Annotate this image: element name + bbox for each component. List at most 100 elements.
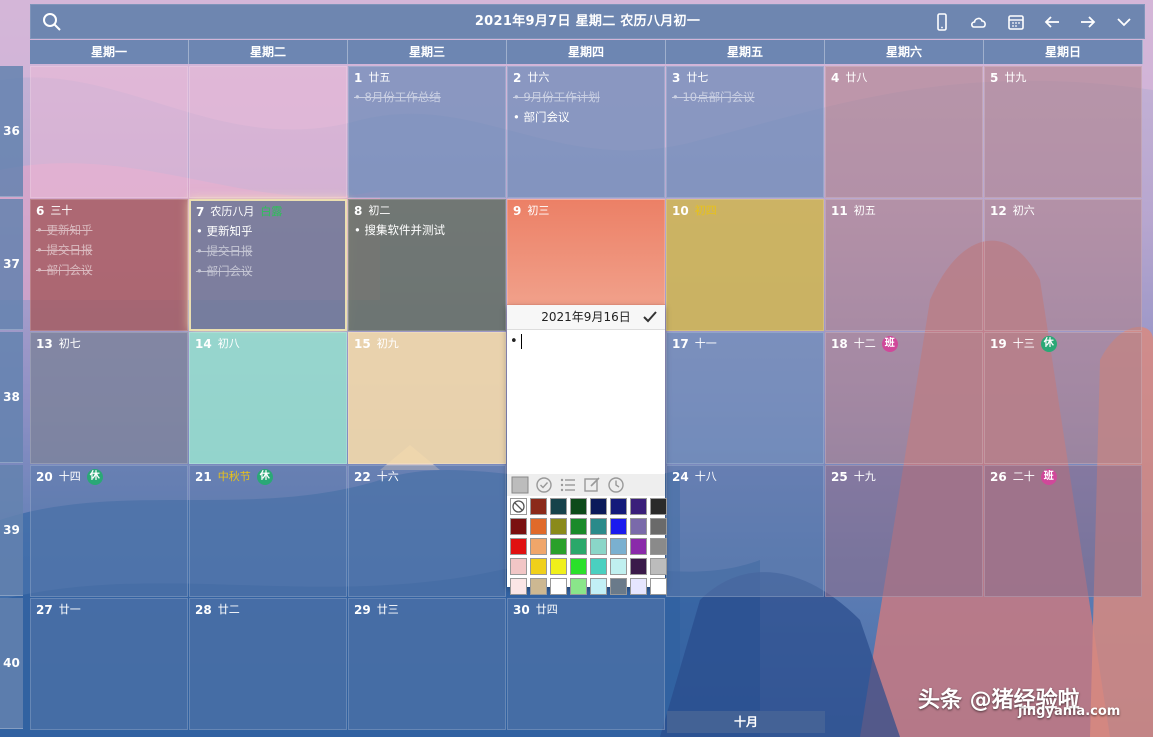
weekday-header: 星期一 星期二 星期三 星期四 星期五 星期六 星期日 [30, 40, 1145, 64]
day-cell[interactable]: 30 廿四 [507, 598, 665, 730]
chevron-down-icon[interactable] [1112, 10, 1136, 34]
color-swatch[interactable] [650, 538, 667, 555]
color-swatch[interactable] [510, 578, 527, 595]
day-number: 28 [195, 603, 212, 617]
color-swatch[interactable] [530, 498, 547, 515]
day-cell[interactable]: 5 廿九 [984, 66, 1142, 198]
task-item[interactable]: 更新知乎 [36, 220, 182, 240]
arrow-left-icon[interactable] [1040, 10, 1064, 34]
color-swatch[interactable] [590, 518, 607, 535]
day-cell[interactable]: 13 初七 [30, 332, 188, 464]
task-item[interactable]: 部门会议 [36, 260, 182, 280]
color-swatch[interactable] [570, 518, 587, 535]
color-swatch[interactable] [650, 518, 667, 535]
day-cell[interactable]: 22 十六 [348, 465, 506, 597]
check-icon[interactable] [641, 308, 659, 326]
day-cell[interactable]: 12 初六 [984, 199, 1142, 331]
day-cell[interactable]: 4 廿八 [825, 66, 983, 198]
color-swatch[interactable] [630, 538, 647, 555]
color-swatch[interactable] [630, 518, 647, 535]
color-swatch[interactable] [570, 578, 587, 595]
color-swatch[interactable] [590, 578, 607, 595]
task-editor[interactable]: • [507, 330, 665, 474]
task-item[interactable]: 9月份工作计划 [513, 87, 659, 107]
color-swatch[interactable] [530, 518, 547, 535]
day-cell-today[interactable]: 7 农历八月白露 更新知乎 提交日报 部门会议 [189, 199, 347, 331]
task-item[interactable]: 搜集软件并测试 [354, 220, 500, 240]
list-icon[interactable] [559, 476, 577, 494]
phone-icon[interactable] [930, 10, 954, 34]
day-cell[interactable]: 2 廿六 9月份工作计划 部门会议 [507, 66, 665, 198]
color-swatch[interactable] [530, 558, 547, 575]
task-item[interactable]: 更新知乎 [196, 221, 340, 241]
color-swatch[interactable] [550, 498, 567, 515]
color-swatch[interactable] [550, 558, 567, 575]
day-cell[interactable]: 17 十一 [666, 332, 824, 464]
task-item[interactable]: 8月份工作总结 [354, 87, 500, 107]
day-cell[interactable]: 29 廿三 [348, 598, 506, 730]
color-swatch[interactable] [610, 498, 627, 515]
day-cell[interactable]: 15 初九 [348, 332, 506, 464]
task-item[interactable]: 提交日报 [196, 241, 340, 261]
day-cell[interactable]: 25 十九 [825, 465, 983, 597]
color-swatch[interactable] [570, 498, 587, 515]
color-swatch[interactable] [610, 558, 627, 575]
day-cell[interactable]: 1 廿五 8月份工作总结 [348, 66, 506, 198]
day-cell[interactable]: 24 十八 [666, 465, 824, 597]
lunar-date: 十二 [853, 337, 876, 350]
edit-icon[interactable] [583, 476, 601, 494]
color-swatch[interactable] [590, 538, 607, 555]
color-swatch[interactable] [590, 558, 607, 575]
day-cell[interactable]: 6 三十 更新知乎 提交日报 部门会议 [30, 199, 188, 331]
day-cell[interactable]: 11 初五 [825, 199, 983, 331]
day-cell[interactable]: 9 初三 [507, 199, 665, 305]
task-item[interactable]: 部门会议 [196, 261, 340, 281]
no-color-swatch[interactable] [510, 498, 527, 515]
day-cell[interactable]: 8 初二 搜集软件并测试 [348, 199, 506, 331]
day-cell[interactable]: 18 十二班 [825, 332, 983, 464]
color-swatch[interactable] [530, 578, 547, 595]
day-cell-empty [189, 66, 347, 198]
color-swatch[interactable] [550, 538, 567, 555]
color-swatch[interactable] [510, 538, 527, 555]
color-swatch[interactable] [650, 498, 667, 515]
color-swatch[interactable] [650, 578, 667, 595]
color-swatch[interactable] [550, 518, 567, 535]
task-item[interactable]: 10点部门会议 [672, 87, 818, 107]
color-swatch[interactable] [650, 558, 667, 575]
day-cell[interactable]: 21 中秋节休 [189, 465, 347, 597]
color-swatch[interactable] [590, 498, 607, 515]
day-cell[interactable]: 3 廿七 10点部门会议 [666, 66, 824, 198]
day-cell[interactable]: 27 廿一 [30, 598, 188, 730]
color-picker-icon[interactable] [511, 476, 529, 494]
color-swatch[interactable] [570, 558, 587, 575]
day-cell[interactable]: 19 十三休 [984, 332, 1142, 464]
task-item[interactable]: 提交日报 [36, 240, 182, 260]
calendar-icon[interactable] [1004, 10, 1028, 34]
color-swatch[interactable] [610, 518, 627, 535]
arrow-right-icon[interactable] [1076, 10, 1100, 34]
color-swatch[interactable] [510, 518, 527, 535]
search-icon[interactable] [40, 10, 64, 34]
color-swatch[interactable] [630, 498, 647, 515]
color-swatch[interactable] [610, 538, 627, 555]
check-circle-icon[interactable] [535, 476, 553, 494]
color-swatch[interactable] [510, 558, 527, 575]
day-cell[interactable]: 20 十四休 [30, 465, 188, 597]
clock-icon[interactable] [607, 476, 625, 494]
day-cell[interactable]: 14 初八 [189, 332, 347, 464]
next-month-tab[interactable]: 十月 [667, 711, 825, 733]
day-cell[interactable]: 10 初四 [666, 199, 824, 331]
cloud-icon[interactable] [967, 10, 991, 34]
color-swatch[interactable] [570, 538, 587, 555]
color-swatch[interactable] [630, 578, 647, 595]
color-swatch[interactable] [630, 558, 647, 575]
color-swatch[interactable] [610, 578, 627, 595]
day-number: 13 [36, 337, 53, 351]
color-swatch[interactable] [530, 538, 547, 555]
day-cell[interactable]: 26 二十班 [984, 465, 1142, 597]
task-item[interactable]: 部门会议 [513, 107, 659, 127]
watermark: 头条 @猪经验啦 jingyanla.com [918, 682, 1120, 719]
color-swatch[interactable] [550, 578, 567, 595]
day-cell[interactable]: 28 廿二 [189, 598, 347, 730]
